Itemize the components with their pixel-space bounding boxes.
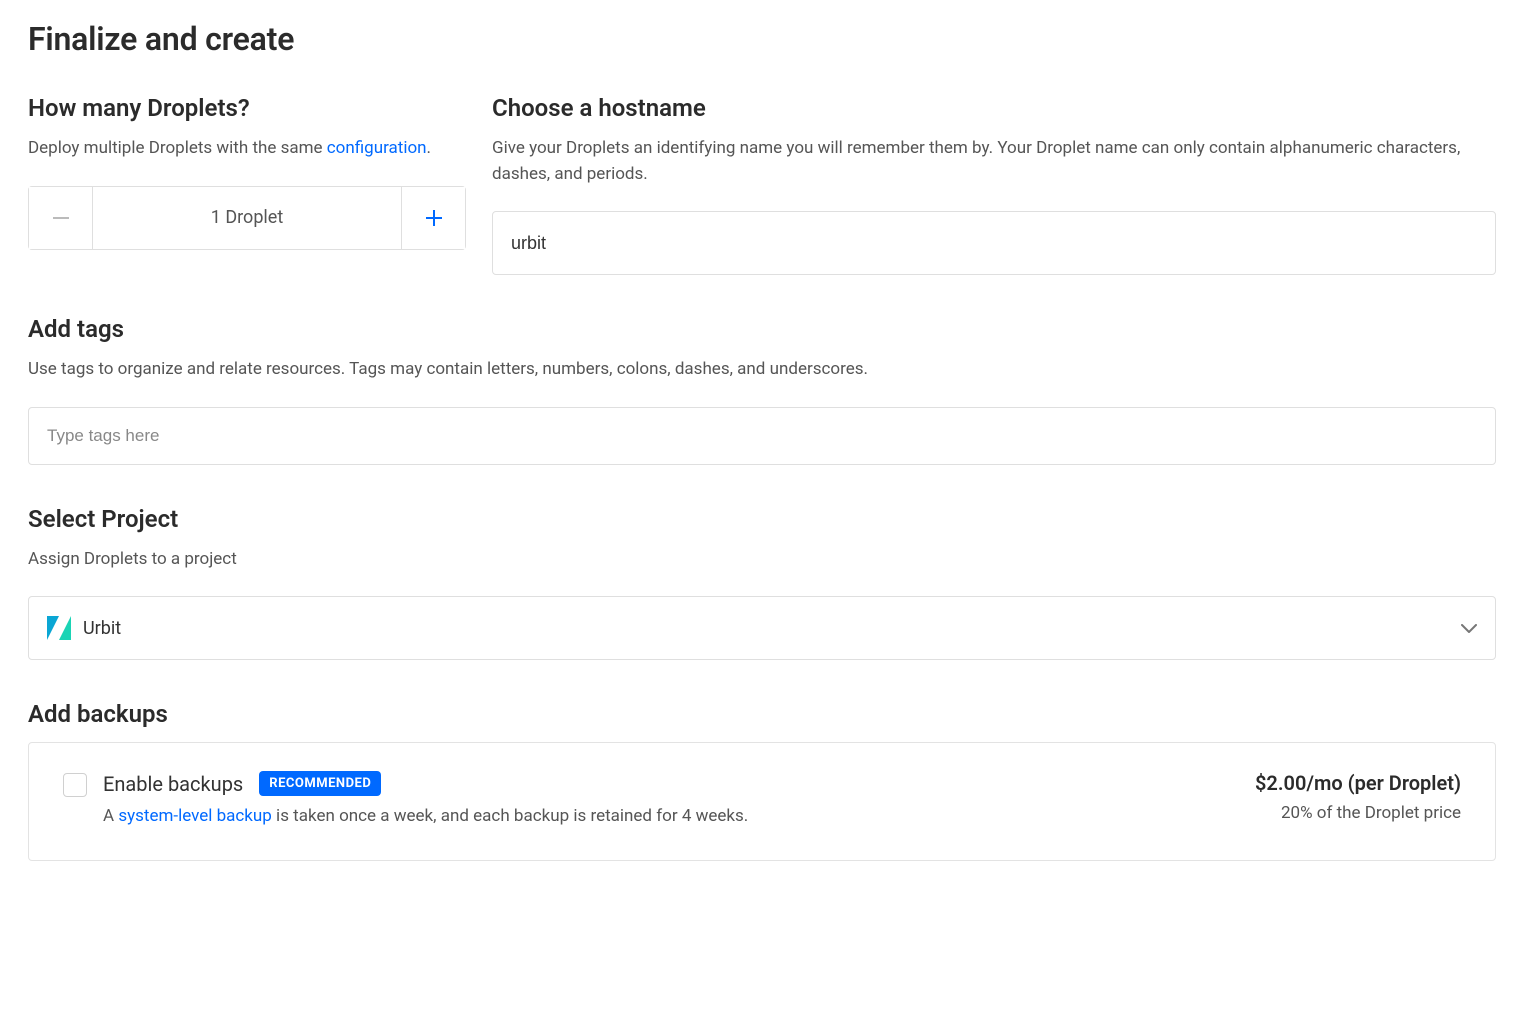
backups-desc: A system-level backup is taken once a we…: [103, 806, 748, 826]
minus-icon: [53, 217, 69, 219]
project-desc: Assign Droplets to a project: [28, 547, 1496, 573]
backups-heading: Add backups: [28, 700, 1496, 728]
droplets-desc-suffix: .: [427, 138, 431, 158]
backup-card: Enable backups RECOMMENDED A system-leve…: [28, 742, 1496, 861]
decrement-button[interactable]: [29, 187, 93, 249]
enable-backups-checkbox[interactable]: [63, 773, 87, 797]
page-title: Finalize and create: [28, 20, 1496, 58]
droplets-desc-text: Deploy multiple Droplets with the same: [28, 138, 327, 158]
backup-pct: 20% of the Droplet price: [1255, 803, 1461, 823]
chevron-down-icon: [1461, 619, 1477, 638]
system-level-backup-link[interactable]: system-level backup: [118, 806, 272, 826]
enable-backups-label: Enable backups: [103, 772, 243, 796]
backups-desc-prefix: A: [103, 806, 118, 826]
tags-desc: Use tags to organize and relate resource…: [28, 357, 1496, 383]
hostname-desc: Give your Droplets an identifying name y…: [492, 136, 1496, 187]
droplets-desc: Deploy multiple Droplets with the same c…: [28, 136, 466, 162]
project-selected-label: Urbit: [83, 618, 121, 639]
backup-price: $2.00/mo (per Droplet): [1255, 771, 1461, 795]
configuration-link[interactable]: configuration: [327, 138, 427, 158]
tags-heading: Add tags: [28, 315, 1496, 343]
backups-desc-suffix: is taken once a week, and each backup is…: [272, 806, 748, 826]
droplet-quantity-stepper: 1 Droplet: [28, 186, 466, 250]
project-icon: [47, 616, 71, 640]
plus-icon: [426, 210, 442, 226]
hostname-input[interactable]: [492, 211, 1496, 275]
hostname-heading: Choose a hostname: [492, 94, 1496, 122]
droplet-count-label: 1 Droplet: [93, 187, 401, 249]
increment-button[interactable]: [401, 187, 465, 249]
project-select[interactable]: Urbit: [28, 596, 1496, 660]
recommended-badge: RECOMMENDED: [259, 771, 381, 796]
droplets-heading: How many Droplets?: [28, 94, 466, 122]
project-heading: Select Project: [28, 505, 1496, 533]
tags-input[interactable]: [28, 407, 1496, 465]
